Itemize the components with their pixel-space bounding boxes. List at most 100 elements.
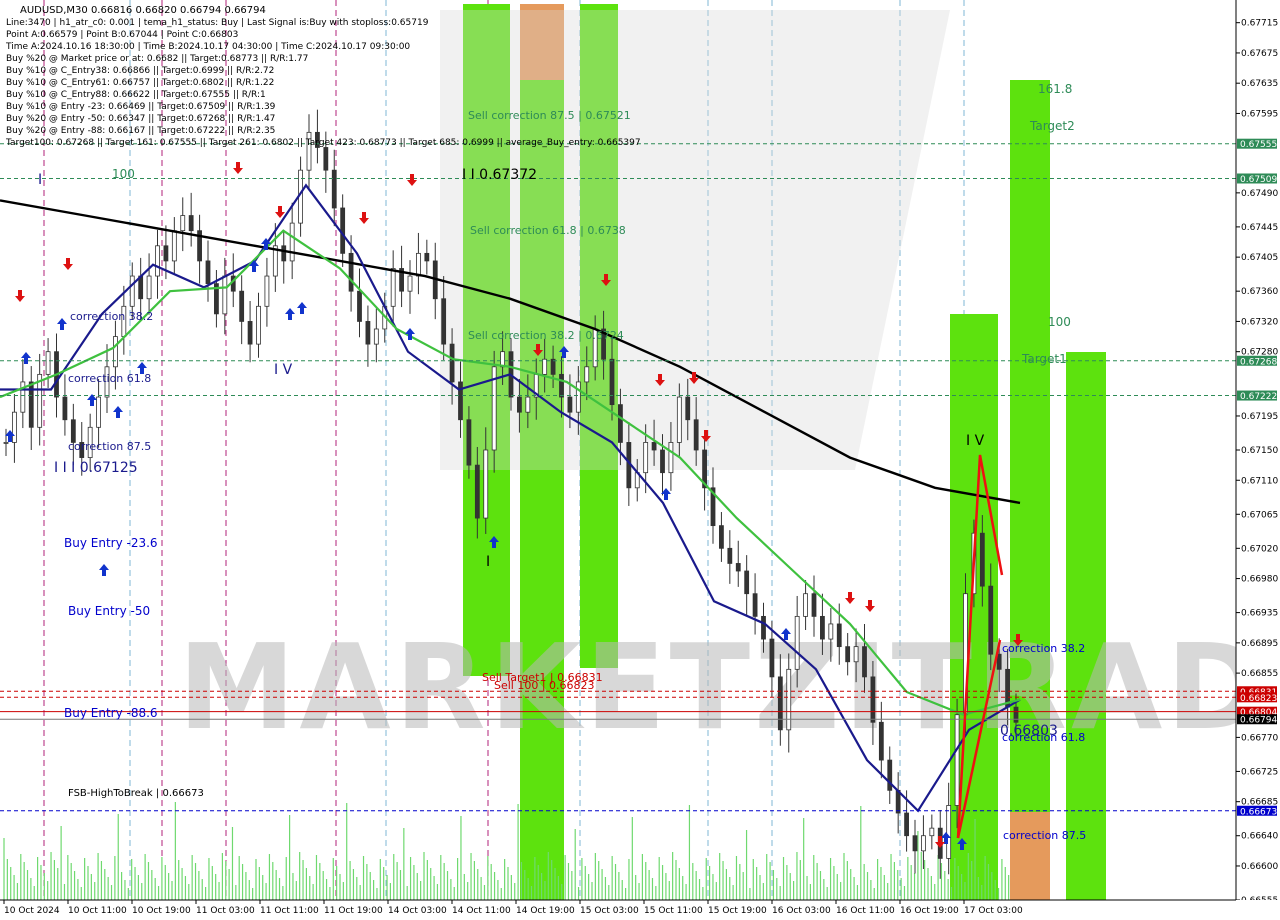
- price-tag-label: 0.66794: [1240, 716, 1277, 726]
- info-line: Buy %10 @ C_Entry61: 0.66757 || Target:0…: [6, 78, 274, 88]
- candle-body: [264, 275, 270, 307]
- annotation: Sell 100 | 0.66823: [494, 679, 595, 692]
- y-tick-label: 0.67195: [1241, 412, 1278, 422]
- candle-body: [517, 396, 522, 413]
- watermark-text: MARKETZITRADE: [178, 618, 1280, 756]
- candle-body: [761, 615, 766, 640]
- candle-body: [811, 593, 817, 617]
- candle-body: [559, 373, 564, 398]
- candle-body: [424, 252, 430, 262]
- candle-body: [744, 570, 750, 595]
- signal-zone: [1010, 80, 1050, 900]
- candle-body: [3, 442, 9, 444]
- x-tick-label: 14 Oct 03:00: [388, 906, 447, 916]
- candle-body: [357, 290, 362, 322]
- candle-body: [129, 275, 135, 307]
- info-line: Buy %20 @ Entry -50: 0.66347 || Target:0…: [6, 114, 275, 124]
- y-tick-label: 0.67595: [1241, 109, 1278, 119]
- candle-body: [163, 245, 169, 262]
- candle-body: [904, 812, 909, 837]
- candle-body: [205, 260, 211, 285]
- price-tag-label: 0.67268: [1240, 357, 1277, 367]
- y-tick-label: 0.67110: [1241, 476, 1278, 486]
- y-tick-label: 0.66725: [1241, 767, 1278, 777]
- annotation: Target1: [1021, 352, 1067, 366]
- candle-body: [954, 714, 960, 806]
- annotation: I V: [274, 362, 293, 378]
- candle-body: [668, 442, 674, 474]
- info-line: Point A:0.66579 | Point B:0.67044 | Poin…: [6, 30, 238, 40]
- y-tick-label: 0.67320: [1241, 317, 1278, 327]
- candle-body: [390, 268, 396, 307]
- y-tick-label: 0.67445: [1241, 223, 1278, 233]
- candle-body: [946, 805, 952, 859]
- candle-body: [416, 252, 421, 277]
- y-tick-label: 0.67635: [1241, 79, 1278, 89]
- symbol-title: AUDUSD,M30 0.66816 0.66820 0.66794 0.667…: [20, 5, 266, 16]
- annotation: correction 38.2: [70, 310, 153, 323]
- candle-body: [660, 449, 665, 474]
- candle-body: [643, 442, 649, 474]
- annotation: I: [486, 554, 490, 570]
- annotation: correction 87.5: [1003, 829, 1086, 842]
- info-line: Time A:2024.10.16 18:30:00 | Time B:2024…: [5, 42, 410, 52]
- candle-body: [483, 449, 489, 519]
- x-tick-label: 15 Oct 11:00: [644, 906, 703, 916]
- y-tick-label: 0.66895: [1241, 639, 1278, 649]
- candle-body: [845, 646, 851, 663]
- y-tick-label: 0.67065: [1241, 510, 1278, 520]
- candle-body: [567, 396, 573, 413]
- annotation: correction 87.5: [68, 440, 151, 453]
- candle-body: [96, 396, 101, 428]
- candle-body: [735, 563, 741, 572]
- annotation: 161.8: [1038, 82, 1072, 96]
- price-tag-label: 0.66823: [1240, 694, 1277, 704]
- x-tick-label: 11 Oct 03:00: [196, 906, 255, 916]
- candle-body: [719, 525, 724, 549]
- candle-body: [45, 351, 51, 375]
- candle-body: [584, 366, 590, 383]
- candle-body: [449, 343, 455, 383]
- signal-zone: [1010, 812, 1050, 900]
- annotation: correction 38.2: [1002, 642, 1085, 655]
- annotation: Sell correction 38.2 | 0.6724: [468, 329, 624, 342]
- annotation: 100: [1048, 315, 1071, 329]
- x-tick-label: 11 Oct 11:00: [260, 906, 319, 916]
- y-tick-label: 0.67150: [1241, 446, 1278, 456]
- candle-body: [794, 615, 800, 670]
- y-tick-label: 0.66770: [1241, 733, 1278, 743]
- annotation: Target2: [1029, 119, 1075, 133]
- candle-body: [820, 615, 825, 640]
- candle-body: [407, 275, 413, 292]
- candle-body: [862, 646, 867, 678]
- x-tick-label: 16 Oct 11:00: [836, 906, 895, 916]
- candle-body: [786, 668, 792, 731]
- candle-body: [155, 245, 160, 277]
- candle-body: [769, 638, 775, 678]
- annotation: I I I 0.67125: [54, 460, 138, 476]
- candle-body: [618, 404, 623, 443]
- time-axis-background: [0, 900, 1280, 920]
- y-tick-label: 0.66640: [1241, 832, 1278, 842]
- x-tick-label: 16 Oct 03:00: [772, 906, 831, 916]
- annotation: correction 61.8: [68, 372, 151, 385]
- candle-body: [256, 305, 261, 345]
- candle-body: [803, 593, 808, 617]
- x-tick-label: 14 Oct 11:00: [452, 906, 511, 916]
- candle-body: [247, 321, 253, 345]
- x-tick-label: 10 Oct 2024: [4, 906, 60, 916]
- candle-body: [180, 215, 186, 232]
- candle-body: [752, 593, 758, 617]
- candle-body: [853, 646, 859, 663]
- price-axis-background: [1236, 0, 1280, 920]
- info-line: Target100: 0.67268 || Target 161: 0.6755…: [5, 138, 641, 148]
- candle-body: [188, 215, 194, 232]
- annotation: correction 61.8: [1002, 731, 1085, 744]
- candle-body: [979, 532, 985, 587]
- y-tick-label: 0.67020: [1241, 544, 1278, 554]
- x-tick-label: 15 Oct 19:00: [708, 906, 767, 916]
- price-tag-label: 0.67555: [1240, 140, 1277, 150]
- price-chart[interactable]: MARKETZITRADE 100 I I I I 0.67125 correc…: [0, 0, 1280, 920]
- annotation: Sell correction 87.5 | 0.67521: [468, 109, 631, 122]
- y-tick-label: 0.66600: [1241, 862, 1278, 872]
